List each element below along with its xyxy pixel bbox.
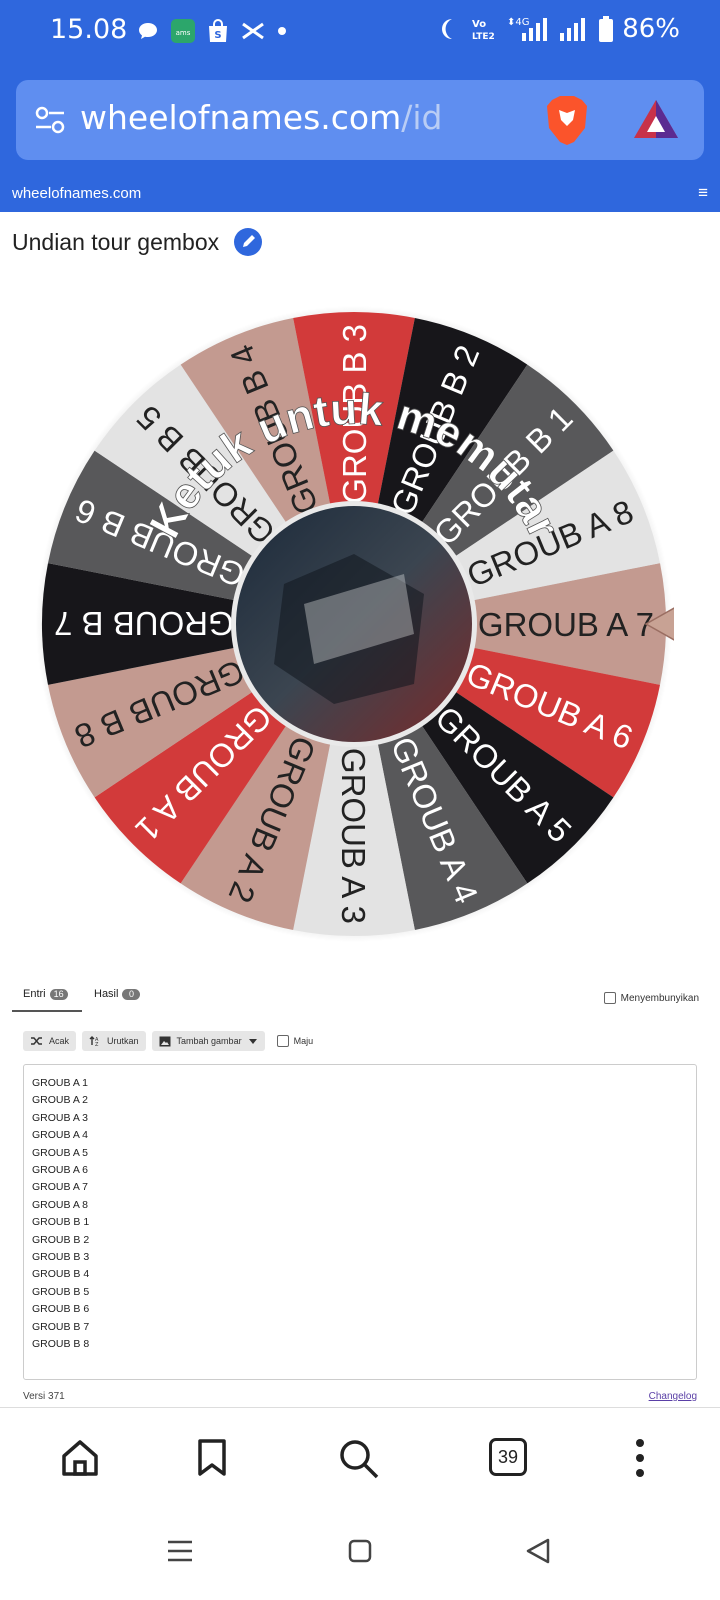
svg-text:Vo: Vo xyxy=(472,19,486,30)
entry-line: GROUB A 3 xyxy=(32,1111,89,1124)
signal-icon xyxy=(560,18,586,41)
version-text: Versi 371 xyxy=(23,1391,65,1402)
shuffle-icon xyxy=(31,1037,42,1045)
sort-icon: AZ xyxy=(89,1036,99,1047)
svg-text:⬍4G: ⬍4G xyxy=(507,17,530,28)
sort-button[interactable]: AZ Urutkan xyxy=(82,1031,146,1051)
advanced-toggle[interactable]: Maju xyxy=(276,1035,314,1047)
shuffle-label: Acak xyxy=(49,1036,70,1046)
svg-text:LTE2: LTE2 xyxy=(472,32,495,42)
battery-icon xyxy=(599,16,614,42)
entries-toolbar: Acak AZ Urutkan Tambah gambar Maju xyxy=(23,1030,313,1052)
tab-hasil[interactable]: Hasil 0 xyxy=(94,988,141,1000)
entries-textarea[interactable]: GROUB A 1 GROUB A 2 GROUB A 3 GROUB A 4 … xyxy=(23,1064,697,1380)
sort-label: Urutkan xyxy=(107,1036,139,1046)
svg-text:S: S xyxy=(214,30,221,41)
brave-rewards-icon[interactable] xyxy=(632,98,680,142)
add-image-button[interactable]: Tambah gambar xyxy=(151,1031,265,1051)
chevron-down-icon xyxy=(248,1039,257,1044)
entry-line: GROUB B 2 xyxy=(32,1233,90,1246)
tab-hasil-label: Hasil xyxy=(94,988,119,1000)
hide-toggle[interactable]: Menyembunyikan xyxy=(603,992,699,1004)
wheel-segment-label: GROUB A 7 xyxy=(478,606,654,643)
chat-bubble-icon xyxy=(139,23,157,39)
tab-entri-label: Entri xyxy=(23,988,46,1000)
tab-entri[interactable]: Entri 16 xyxy=(23,988,68,1000)
more-vertical-icon[interactable] xyxy=(630,1438,650,1478)
entries-list: GROUB A 1 GROUB A 2 GROUB A 3 GROUB A 4 … xyxy=(32,1075,89,1354)
entry-line: GROUB A 4 xyxy=(32,1129,89,1142)
wheel-svg[interactable]: GROUB A 7GROUB A 6GROUB A 5GROUB A 4GROU… xyxy=(34,304,694,944)
svg-text:Z: Z xyxy=(95,1042,99,1047)
hamburger-icon[interactable]: ≡ xyxy=(698,183,708,203)
status-time: 15.08 xyxy=(50,14,128,45)
wheel-segment-label: GROUB B 7 xyxy=(54,605,234,642)
entry-line: GROUB B 7 xyxy=(32,1320,90,1333)
entry-line: GROUB B 5 xyxy=(32,1285,90,1298)
capcut-icon xyxy=(242,22,264,40)
dot-icon xyxy=(278,27,286,35)
search-icon[interactable] xyxy=(338,1438,380,1480)
tab-count-button[interactable]: 39 xyxy=(489,1438,527,1476)
address-bar[interactable]: wheelofnames.com/id xyxy=(16,80,704,160)
entry-line: GROUB B 1 xyxy=(32,1216,90,1229)
advanced-label: Maju xyxy=(293,1036,314,1046)
volte-icon: Vo LTE2 xyxy=(472,19,495,42)
entry-line: GROUB A 5 xyxy=(32,1146,89,1159)
entry-line: GROUB A 8 xyxy=(32,1198,89,1211)
brave-shields-icon[interactable] xyxy=(544,94,590,146)
notification-icons: ams S xyxy=(136,18,288,44)
image-icon xyxy=(159,1036,171,1046)
system-nav-bar xyxy=(0,1517,720,1600)
wheel[interactable]: GROUB A 7 GROUB A 6 GROUB A 5 GROUB A 4 GROU… xyxy=(34,304,694,944)
active-tab-indicator xyxy=(12,1010,82,1012)
entry-line: GROUB A 7 xyxy=(32,1181,89,1194)
moon-icon xyxy=(442,19,453,39)
signal-4g-icon: ⬍4G xyxy=(507,17,548,41)
home-icon[interactable] xyxy=(60,1438,100,1478)
bookmark-icon[interactable] xyxy=(196,1438,228,1478)
url-domain: wheelofnames.com xyxy=(80,98,402,137)
site-header: wheelofnames.com ≡ xyxy=(0,176,720,212)
wallet-app-icon: ams xyxy=(171,19,195,43)
entry-line: GROUB B 6 xyxy=(32,1303,90,1316)
entry-line: GROUB B 3 xyxy=(32,1251,90,1264)
home-button-icon[interactable] xyxy=(348,1539,372,1563)
url-path: /id xyxy=(401,98,443,137)
url-text[interactable]: wheelofnames.com/id xyxy=(80,98,442,137)
back-icon[interactable] xyxy=(524,1537,552,1565)
advanced-checkbox[interactable] xyxy=(276,1035,289,1047)
browser-bottom-nav: 39 xyxy=(0,1407,720,1518)
edit-title-button[interactable] xyxy=(234,228,262,256)
hide-label: Menyembunyikan xyxy=(620,992,699,1004)
entry-line: GROUB B 4 xyxy=(32,1268,90,1281)
browser-toolbar: wheelofnames.com/id xyxy=(0,66,720,176)
svg-text:ams: ams xyxy=(176,29,191,37)
hasil-count-badge: 0 xyxy=(122,989,141,1000)
recent-apps-icon[interactable] xyxy=(167,1539,193,1563)
changelog-link[interactable]: Changelog xyxy=(649,1391,697,1402)
site-settings-icon[interactable] xyxy=(34,104,66,136)
page-title: Undian tour gembox xyxy=(12,229,220,255)
pencil-icon xyxy=(243,235,255,247)
shopping-bag-icon: S xyxy=(209,19,227,42)
hide-checkbox[interactable] xyxy=(603,992,616,1004)
entry-line: GROUB A 1 xyxy=(32,1077,89,1089)
add-image-label: Tambah gambar xyxy=(176,1036,242,1046)
entry-line: GROUB B 8 xyxy=(32,1338,90,1351)
site-title[interactable]: wheelofnames.com xyxy=(12,185,141,202)
battery-percent: 86% xyxy=(622,14,680,44)
wheel-segment-label: GROUB A 3 xyxy=(335,748,372,924)
entry-line: GROUB A 2 xyxy=(32,1094,89,1107)
status-bar: 15.08 ams S Vo LTE2 ⬍4G 86% xyxy=(0,0,720,66)
shuffle-button[interactable]: Acak xyxy=(23,1031,77,1051)
entry-line: GROUB A 6 xyxy=(32,1164,89,1177)
entri-count-badge: 16 xyxy=(49,989,68,1000)
